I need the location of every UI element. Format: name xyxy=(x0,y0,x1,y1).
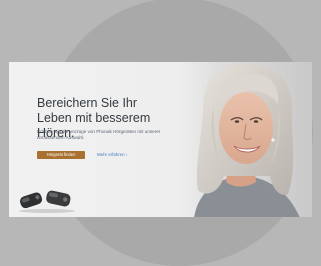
woman-portrait-image xyxy=(176,62,312,217)
headline-line-1: Bereichern Sie Ihr xyxy=(37,96,138,110)
hero-subline: Erleben Sie die Vorzüge von Phonak Hörge… xyxy=(37,129,161,140)
learn-more-link[interactable]: Mehr erfahren › xyxy=(97,151,127,159)
find-hearing-aid-button[interactable]: Hörgerät finden xyxy=(37,151,85,159)
screenshot-stage: Bereichern Sie Ihr Leben mit besserem Hö… xyxy=(0,0,321,266)
hearing-aid-devices-icon xyxy=(19,190,75,213)
